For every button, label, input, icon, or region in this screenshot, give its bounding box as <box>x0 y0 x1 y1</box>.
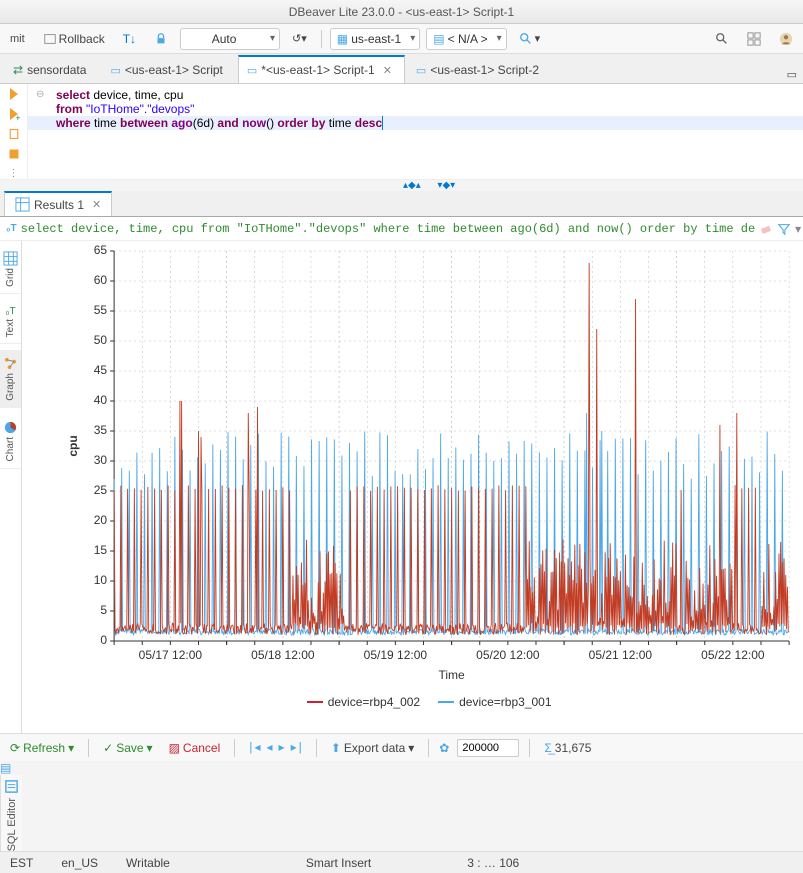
svg-text:5: 5 <box>100 603 107 617</box>
legend-series-2: device=rbp3_001 <box>438 695 551 709</box>
svg-text:05/18 12:00: 05/18 12:00 <box>251 648 315 662</box>
tab-results-1[interactable]: Results 1✕ <box>4 191 112 216</box>
lock-icon[interactable] <box>148 30 174 48</box>
svg-text:05/22 12:00: 05/22 12:00 <box>701 648 765 662</box>
row-count[interactable]: Σ̲ 31,675 <box>540 739 595 757</box>
svg-text:20: 20 <box>94 513 108 527</box>
fetch-size-input[interactable] <box>457 739 519 757</box>
locale: en_US <box>61 856 98 870</box>
legend-series-1: device=rbp4_002 <box>307 695 420 709</box>
tx-mode-select[interactable]: Auto <box>180 28 280 50</box>
pagination: |◂ ◂ ▸ ▸| <box>245 740 306 755</box>
svg-text:0: 0 <box>100 633 107 647</box>
tab-script-1[interactable]: ▭*<us-east-1> Script-1✕ <box>238 55 405 83</box>
history-icon[interactable]: ↺▾ <box>286 30 313 47</box>
search-icon[interactable]: ▾ <box>513 30 547 48</box>
eraser-icon[interactable] <box>759 222 773 236</box>
sql-editor[interactable]: ⊖ select device, time, cpu from "IoTHome… <box>28 84 803 179</box>
svg-text:05/21 12:00: 05/21 12:00 <box>589 648 653 662</box>
page-first-icon[interactable]: |◂ <box>245 740 262 755</box>
export-button[interactable]: ⬆ Export data ▾ <box>327 739 418 757</box>
svg-text:25: 25 <box>94 483 108 497</box>
status-bar: EST en_US Writable Smart Insert 3 : … 10… <box>0 851 803 873</box>
svg-text:35: 35 <box>94 423 108 437</box>
cancel-button[interactable]: ▨ Cancel <box>165 739 225 757</box>
main-toolbar: mit Rollback T↓ Auto ↺▾ ▦ us-east-1 ▤ < … <box>0 24 803 54</box>
cursor-position: 3 : … 106 <box>467 856 519 870</box>
view-graph[interactable]: Graph <box>0 350 21 408</box>
timezone: EST <box>10 856 33 870</box>
execute-icon[interactable] <box>10 88 18 100</box>
execute-new-icon[interactable]: + <box>10 108 18 120</box>
sql-editor-label[interactable]: SQL Editor <box>6 798 18 851</box>
editor-tabbar: ⇄sensordata ▭<us-east-1> Script ▭*<us-ea… <box>0 54 803 84</box>
tab-script[interactable]: ▭<us-east-1> Script <box>101 56 235 83</box>
right-rail: SQL Editor <box>0 775 22 851</box>
svg-text:10: 10 <box>94 573 108 587</box>
svg-text:30: 30 <box>94 453 108 467</box>
sql-chip-icon: ₀T <box>6 223 17 234</box>
rollback-button[interactable]: Rollback <box>37 30 111 48</box>
sql-editor-area: + ⋮ ⊖ select device, time, cpu from "IoT… <box>0 84 803 179</box>
page-prev-icon[interactable]: ◂ <box>265 740 275 755</box>
settings-icon[interactable]: ✿ <box>439 741 449 755</box>
refresh-button[interactable]: ⟳ Refresh ▾ <box>6 739 78 757</box>
chart-panel: 0 5 10 15 20 25 30 35 40 45 50 55 60 65 05/17 12:00 05/… <box>22 241 803 733</box>
filter-icon[interactable] <box>777 222 791 236</box>
window-title: DBeaver Lite 23.0.0 - <us-east-1> Script… <box>0 0 803 24</box>
svg-text:55: 55 <box>94 303 108 317</box>
results-toolbar: ⟳ Refresh ▾ ✓ Save ▾ ▨ Cancel |◂ ◂ ▸ ▸| … <box>0 733 803 761</box>
minimize-icon[interactable]: ▭ <box>781 66 803 83</box>
svg-text:05/17 12:00: 05/17 12:00 <box>139 648 203 662</box>
svg-text:65: 65 <box>94 243 108 257</box>
page-last-icon[interactable]: ▸| <box>289 740 306 755</box>
svg-text:60: 60 <box>94 273 108 287</box>
perspective-icon[interactable] <box>741 30 767 48</box>
sash-grip[interactable]: ▴◆▴ ▾◆▾ <box>0 179 803 191</box>
editor-left-gutter: + ⋮ <box>0 84 28 179</box>
explain-icon[interactable] <box>7 148 21 160</box>
query-echo-bar: ₀T select device, time, cpu from "IoTHom… <box>0 217 803 241</box>
svg-text:50: 50 <box>94 333 108 347</box>
edit-mode: Writable <box>126 856 170 870</box>
view-chart[interactable]: Chart <box>0 414 21 468</box>
title-text: DBeaver Lite 23.0.0 - <us-east-1> Script… <box>289 5 514 19</box>
view-text[interactable]: ₀TText <box>0 300 21 344</box>
svg-text:cpu: cpu <box>66 435 80 456</box>
svg-text:05/19 12:00: 05/19 12:00 <box>364 648 428 662</box>
tab-sensordata[interactable]: ⇄sensordata <box>4 56 99 83</box>
tab-script-2[interactable]: ▭<us-east-1> Script-2 <box>407 56 552 83</box>
svg-text:05/20 12:00: 05/20 12:00 <box>476 648 540 662</box>
results-view-rail: Grid ₀TText Graph Chart <box>0 241 22 733</box>
tx-button[interactable]: T↓ <box>117 30 142 48</box>
fold-icon[interactable]: ⊖ <box>36 88 44 102</box>
results-tabbar: Results 1✕ <box>0 191 803 217</box>
maximize-icon[interactable]: ▤ <box>0 761 11 775</box>
svg-text:45: 45 <box>94 363 108 377</box>
close-icon[interactable]: ✕ <box>92 198 101 211</box>
sql-editor-icon[interactable] <box>4 779 19 794</box>
schema-select[interactable]: ▤ < N/A > <box>426 28 506 50</box>
svg-text:40: 40 <box>94 393 108 407</box>
connection-select[interactable]: ▦ us-east-1 <box>330 28 420 50</box>
user-avatar[interactable] <box>773 30 799 48</box>
view-grid[interactable]: Grid <box>0 245 21 294</box>
find-icon[interactable] <box>709 30 735 48</box>
script-icon[interactable] <box>7 128 21 140</box>
chart-legend: device=rbp4_002 device=rbp3_001 <box>22 691 803 713</box>
save-button[interactable]: ✓ Save ▾ <box>99 739 156 757</box>
svg-text:Time: Time <box>438 668 465 682</box>
timeseries-chart[interactable]: 0 5 10 15 20 25 30 35 40 45 50 55 60 65 05/17 12:00 05/… <box>22 241 803 691</box>
svg-text:15: 15 <box>94 543 108 557</box>
page-next-icon[interactable]: ▸ <box>277 740 287 755</box>
query-text: select device, time, cpu from "IoTHome".… <box>21 222 756 236</box>
filter-menu[interactable]: ▾ <box>795 222 801 236</box>
insert-mode: Smart Insert <box>306 856 371 870</box>
close-icon[interactable]: ✕ <box>383 64 392 77</box>
commit-button[interactable]: mit <box>4 31 31 47</box>
